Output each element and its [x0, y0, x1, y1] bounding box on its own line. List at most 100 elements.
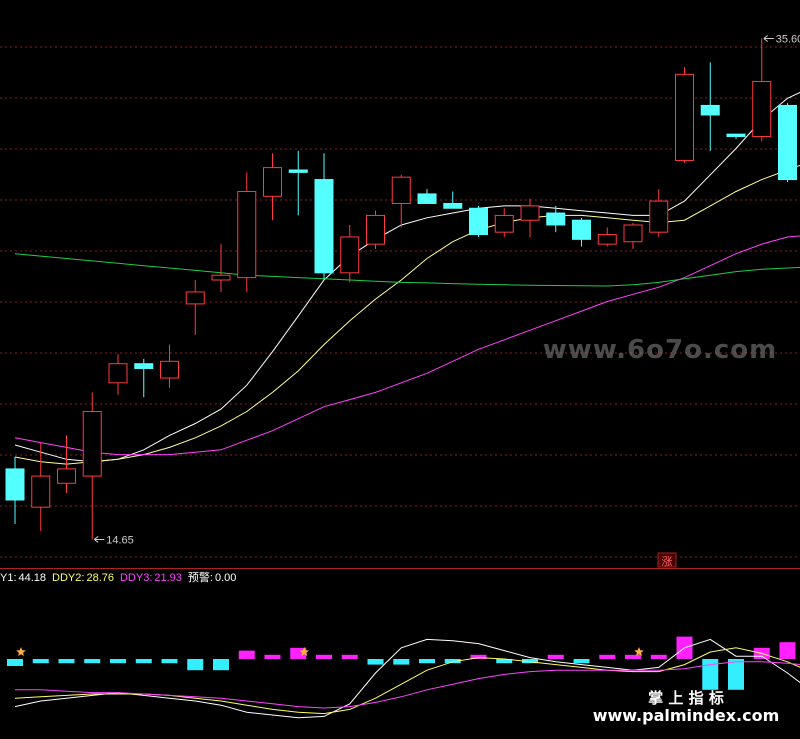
- candle: [469, 205, 488, 237]
- legend-ddy2-name: DDY2:: [52, 572, 84, 584]
- indicator-bar: [779, 642, 796, 659]
- indicator-bars: [7, 636, 796, 690]
- indicator-legend: Y1: 44.18 DDY2: 28.76 DDY3: 21.93 预警: 0.00: [0, 570, 236, 584]
- indicator-bar: [547, 654, 564, 659]
- indicator-bar: [238, 650, 255, 659]
- candle: [31, 442, 51, 532]
- corner-watermark-url: www.palmindex.com: [593, 706, 780, 725]
- indicator-bar: [573, 659, 590, 664]
- candle: [546, 205, 566, 233]
- candle: [288, 150, 308, 216]
- indicator-bar: [728, 659, 744, 690]
- candle: [108, 354, 128, 395]
- candle-body: [391, 176, 411, 204]
- legend-ddy3-value: 21.93: [154, 572, 182, 584]
- candle-body: [443, 202, 463, 209]
- candle: [57, 435, 76, 493]
- candle: [391, 174, 411, 228]
- candle: [520, 198, 540, 237]
- chart-canvas: 35.60 14.65 涨 Y1:44.18 DDY2:28.76 DDY3:21.…: [0, 33, 800, 725]
- indicator-bar: [110, 659, 126, 664]
- candle: [494, 208, 514, 237]
- legend-alert-name: 预警:: [188, 570, 213, 584]
- high-arrow-icon: [763, 35, 774, 42]
- candle-body: [314, 179, 334, 274]
- candle: [366, 210, 385, 249]
- candle-body: [649, 200, 669, 233]
- indicator-bar: [161, 659, 178, 664]
- candle-body: [597, 234, 617, 245]
- indicator-bar: [84, 659, 101, 664]
- candle: [726, 133, 746, 139]
- indicator-bar: [367, 659, 384, 665]
- alert-star-icon: [16, 647, 26, 656]
- candle-body: [546, 212, 566, 226]
- legend-ddy3-name: DDY3:: [120, 572, 152, 584]
- candle-body: [726, 133, 746, 138]
- high-price-label: 35.60: [776, 33, 800, 45]
- candle-body: [263, 167, 282, 197]
- candle-body: [778, 104, 797, 181]
- indicator-bar: [213, 659, 229, 671]
- center-watermark: www.6o7o.com: [543, 335, 777, 365]
- stock-chart: 35.60 14.65 涨 Y1:44.18 DDY2:28.76 DDY3:21.…: [0, 0, 800, 739]
- indicator-bar: [32, 659, 49, 664]
- legend-alert-value: 0.00: [215, 572, 236, 584]
- candle: [237, 172, 257, 292]
- indicator-bar: [341, 654, 358, 659]
- indicator-bar: [650, 654, 667, 659]
- candle: [263, 153, 282, 221]
- candle: [417, 189, 437, 204]
- indicator-bar: [264, 654, 281, 659]
- candle-body: [185, 291, 205, 305]
- candle-body: [700, 104, 720, 116]
- candle: [211, 244, 231, 292]
- candle: [5, 456, 25, 524]
- indicator-bar: [393, 659, 410, 665]
- candle: [623, 222, 643, 249]
- ma-line-2: [14, 164, 800, 465]
- candle-body: [82, 411, 102, 477]
- indicator-bar: [316, 654, 332, 659]
- candle: [597, 227, 617, 247]
- candle-body: [520, 205, 540, 221]
- candle-body: [134, 363, 154, 369]
- svg-text:Y1:44.18DDY2:28.76DDY3:21.93预警: Y1: 44.18 DDY2: 28.76 DDY3: 21.93 预警: 0.00: [0, 570, 236, 584]
- candlesticks: [5, 38, 797, 540]
- candle: [314, 153, 334, 280]
- candle: [185, 280, 205, 335]
- candle: [700, 62, 720, 151]
- candle: [752, 38, 772, 142]
- candle: [134, 358, 154, 398]
- indicator-bar: [419, 659, 435, 664]
- candle-body: [108, 363, 128, 384]
- indicator-bar: [7, 659, 23, 666]
- indicator-bar: [625, 654, 641, 659]
- legend-y1-name: Y1:: [0, 572, 17, 584]
- candle: [675, 67, 694, 163]
- indicator-bar: [599, 654, 616, 659]
- candle-body: [494, 214, 514, 233]
- indicator-bar: [187, 659, 204, 671]
- indicator-bar: [58, 659, 75, 664]
- candle-body: [675, 73, 694, 161]
- candle: [572, 217, 591, 247]
- candle-body: [623, 224, 643, 243]
- candle: [649, 189, 669, 237]
- low-arrow-icon: [93, 536, 105, 543]
- corner-watermark-cn: 掌 上 指 标: [648, 689, 724, 707]
- candle-body: [211, 274, 231, 281]
- candle-body: [469, 207, 488, 236]
- candle-body: [572, 219, 591, 240]
- candle-body: [417, 193, 437, 204]
- candle: [82, 392, 102, 540]
- candle-body: [237, 191, 257, 279]
- candle-body: [340, 236, 360, 274]
- legend-y1-value: 44.18: [19, 572, 47, 584]
- indicator-stars: [16, 647, 644, 656]
- candle-body: [57, 468, 76, 484]
- candle-body: [31, 475, 51, 508]
- candle-body: [5, 468, 25, 501]
- alert-star-icon: [634, 647, 644, 656]
- ma-line-4: [14, 253, 800, 287]
